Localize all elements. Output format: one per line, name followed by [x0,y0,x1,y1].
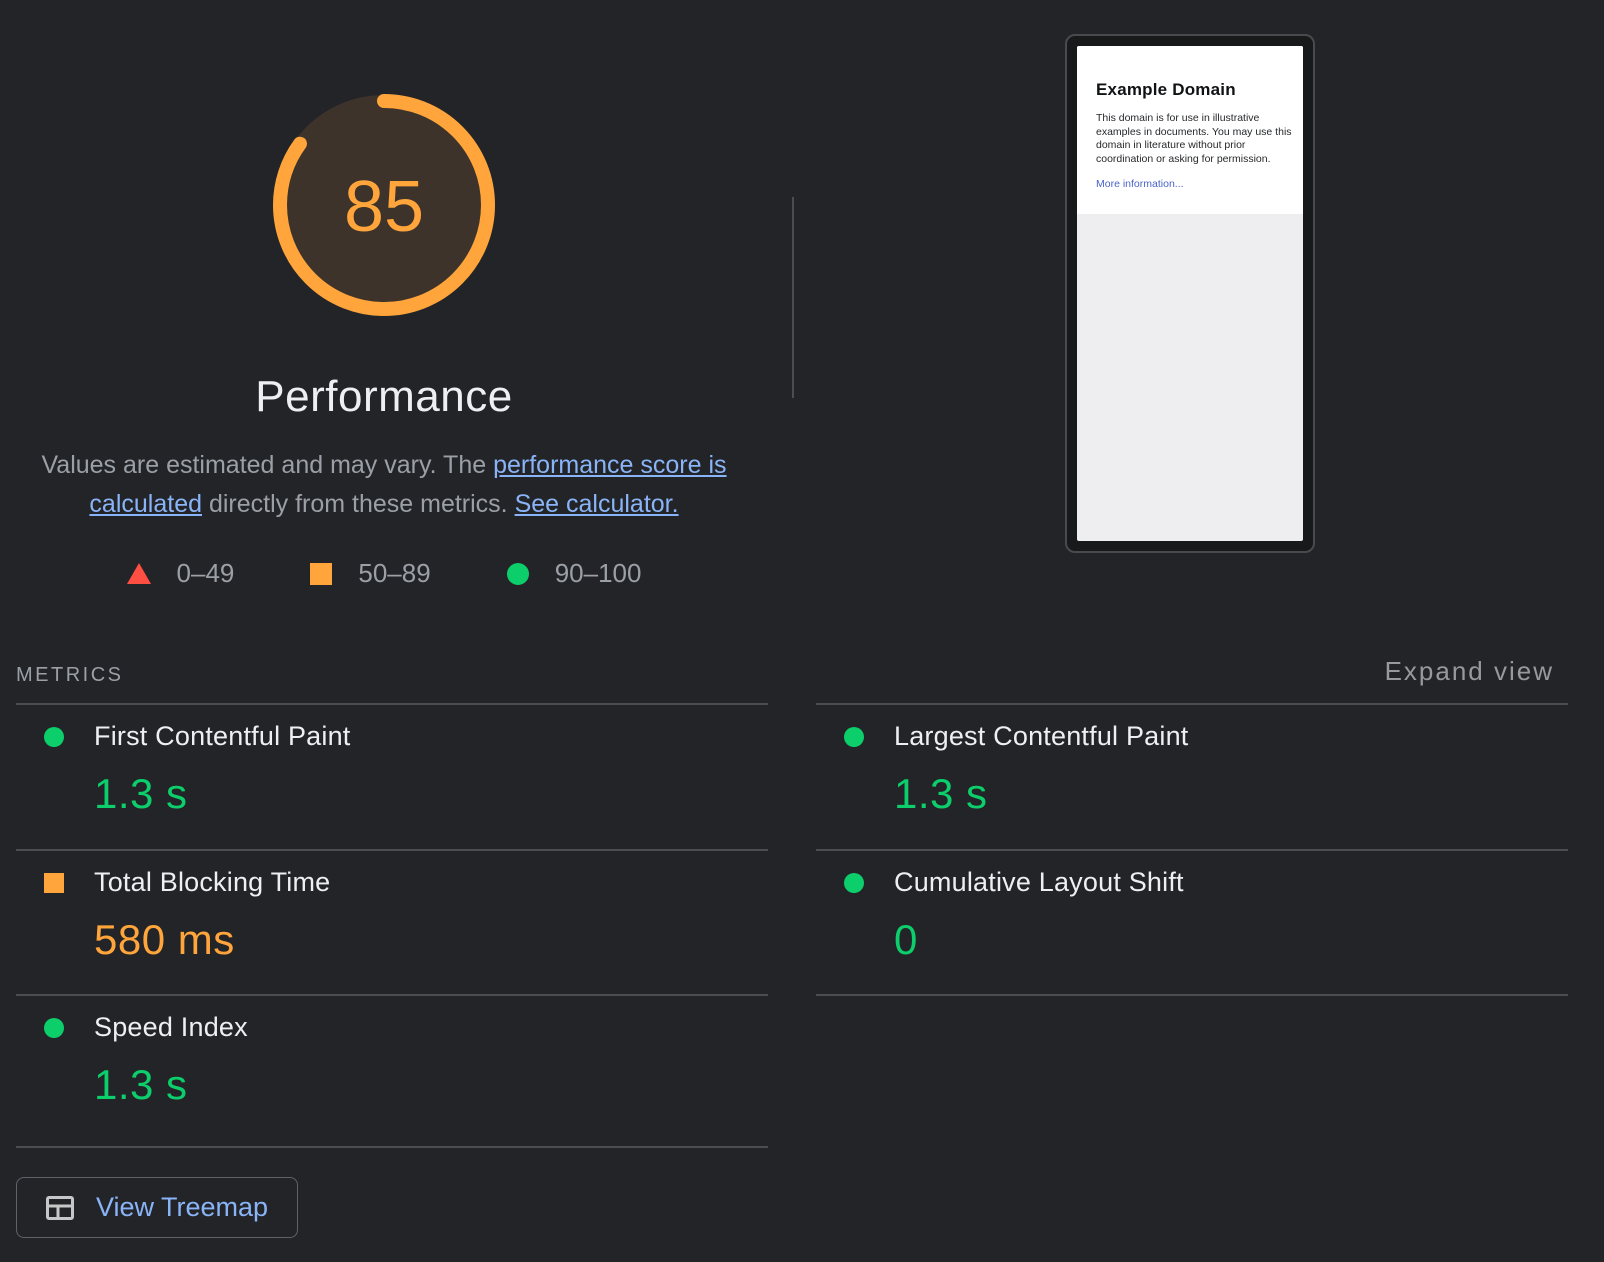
metric-first-contentful-paint: First Contentful Paint 1.3 s [16,703,768,849]
view-treemap-button[interactable]: View Treemap [16,1177,298,1238]
cls-status-icon [844,873,864,893]
performance-gauge-svg: 85 [267,88,501,322]
si-label: Speed Index [94,1012,248,1043]
metric-total-blocking-time: Total Blocking Time 580 ms [16,849,768,994]
si-status-icon [44,1018,64,1038]
tbt-status-icon [44,873,64,893]
lcp-status-icon [844,727,864,747]
screenshot-more-information-link: More information... [1096,178,1184,190]
average-square-icon [310,563,332,585]
report-summary-section: 85 Performance Values are estimated and … [0,0,1604,618]
lcp-label: Largest Contentful Paint [894,721,1188,752]
see-calculator-link[interactable]: See calculator. [515,490,679,518]
treemap-icon [46,1196,74,1220]
metrics-section-title: METRICS [16,664,124,687]
fail-triangle-icon [127,563,151,584]
metrics-grid: First Contentful Paint 1.3 s Largest Con… [16,703,1568,1238]
lighthouse-performance-report: 85 Performance Values are estimated and … [0,0,1604,1262]
metric-cumulative-layout-shift: Cumulative Layout Shift 0 [816,849,1568,994]
disclaimer-mid: directly from these metrics. [202,490,515,518]
performance-gauge[interactable]: 85 [267,88,501,322]
treemap-button-cell: View Treemap [16,1146,768,1238]
fcp-label: First Contentful Paint [94,721,351,752]
metric-speed-index: Speed Index 1.3 s [16,994,768,1146]
expand-view-button[interactable]: Expand view [1385,656,1568,687]
tbt-label: Total Blocking Time [94,867,330,898]
score-legend: 0–49 50–89 90–100 [0,558,768,589]
view-treemap-label: View Treemap [96,1192,268,1223]
legend-range-pass: 90–100 [555,558,642,589]
legend-range-average: 50–89 [358,558,430,589]
legend-range-fail: 0–49 [177,558,235,589]
screenshot-page-body: This domain is for use in illustrative e… [1096,112,1292,166]
tbt-value: 580 ms [94,916,768,964]
si-value: 1.3 s [94,1061,768,1109]
cls-value: 0 [894,916,1568,964]
screenshot-page-heading: Example Domain [1096,80,1284,100]
cls-label: Cumulative Layout Shift [894,867,1184,898]
legend-item-pass: 90–100 [507,558,642,589]
page-screenshot-thumbnail: Example Domain This domain is for use in… [1065,34,1315,553]
summary-thumbnail-divider [792,197,794,398]
metrics-grid-empty-cell [816,994,1568,1146]
performance-score: 85 [344,167,424,247]
pass-circle-icon [507,563,529,585]
fcp-status-icon [44,727,64,747]
disclaimer-text: Values are estimated and may vary. The p… [39,446,729,524]
metric-largest-contentful-paint: Largest Contentful Paint 1.3 s [816,703,1568,849]
performance-summary: 85 Performance Values are estimated and … [0,0,768,589]
fcp-value: 1.3 s [94,770,768,818]
metrics-header: METRICS Expand view [16,618,1568,703]
performance-title: Performance [0,372,768,422]
screenshot-page-top: Example Domain This domain is for use in… [1077,46,1303,214]
legend-item-average: 50–89 [310,558,430,589]
disclaimer-pre: Values are estimated and may vary. The [41,451,493,479]
lcp-value: 1.3 s [894,770,1568,818]
legend-item-fail: 0–49 [127,558,235,589]
screenshot-content: Example Domain This domain is for use in… [1077,46,1303,541]
